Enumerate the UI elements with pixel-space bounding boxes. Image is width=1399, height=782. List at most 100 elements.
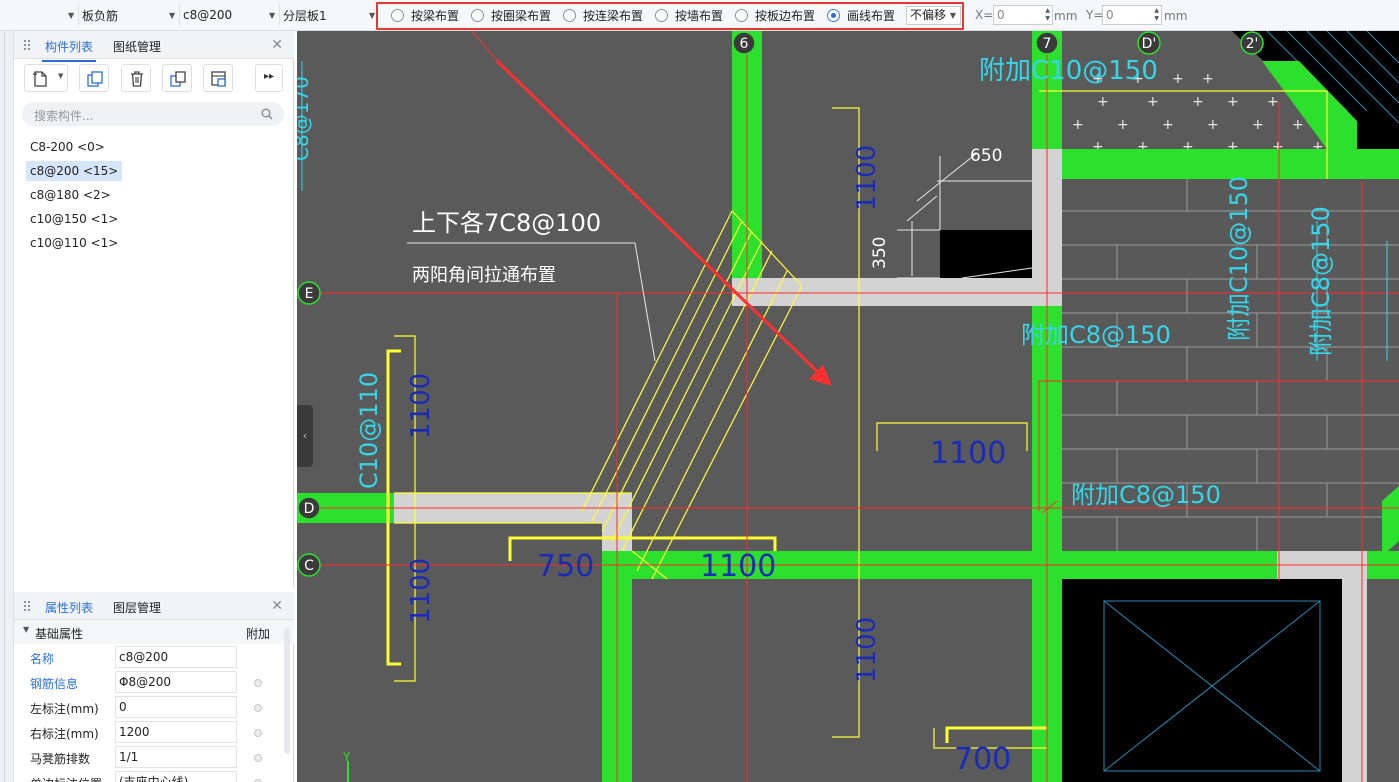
duplicate-button[interactable]: [162, 64, 192, 92]
delete-button[interactable]: [121, 64, 151, 92]
new-component-button[interactable]: ▼: [24, 64, 68, 92]
y-axis-label: Y: [342, 750, 351, 764]
axis-label: 7: [1043, 36, 1052, 52]
rebar-text: 附加C8@150: [1307, 206, 1335, 356]
x-value: 0: [997, 8, 1005, 22]
x-input[interactable]: 0 ▲ ▼: [993, 5, 1053, 25]
x-unit: mm: [1054, 9, 1078, 23]
property-value-input[interactable]: (支座中心线): [115, 771, 237, 782]
y-label: Y=: [1086, 8, 1104, 22]
extra-checkbox[interactable]: [254, 729, 262, 737]
property-value-input[interactable]: c8@200: [115, 646, 237, 668]
radio-circle-checked: [827, 9, 840, 22]
component-name-dropdown[interactable]: c8@200 ▼: [183, 4, 279, 26]
property-row: 右标注(mm) 1200: [14, 720, 284, 745]
radio-by-wall[interactable]: 按墙布置: [655, 7, 723, 24]
svg-text:+: +: [1202, 71, 1214, 87]
property-key: 马凳筋排数: [30, 752, 91, 766]
radio-label: 按板边布置: [755, 9, 816, 23]
dimension-text: 1100: [406, 558, 436, 624]
property-value-input[interactable]: 1/1: [115, 746, 237, 768]
property-value-input[interactable]: Φ8@200: [115, 671, 237, 693]
property-row: 单边标注位置 (支座中心线): [14, 770, 284, 782]
axis-label: 2': [1246, 36, 1259, 52]
axis-label: C: [304, 558, 314, 574]
collapse-icon[interactable]: ▼: [23, 625, 29, 634]
radio-by-ring-beam[interactable]: 按圈梁布置: [471, 7, 551, 24]
black-room: [940, 230, 1032, 278]
y-input[interactable]: 0 ▲ ▼: [1102, 5, 1162, 25]
property-key: 钢筋信息: [30, 677, 79, 691]
property-scrollbar[interactable]: [284, 628, 290, 754]
radio-label: 按圈梁布置: [491, 9, 552, 23]
y-value: 0: [1106, 8, 1114, 22]
extra-checkbox[interactable]: [254, 704, 262, 712]
tab-layer-management[interactable]: 图层管理: [113, 599, 161, 616]
dimension-text: 700: [954, 742, 1011, 777]
toolbar-divider: [78, 4, 79, 26]
search-icon[interactable]: [261, 108, 273, 120]
layer-dropdown[interactable]: 分层板1 ▼: [283, 4, 375, 26]
radio-label: 按连梁布置: [583, 9, 644, 23]
toolbar-divider: [179, 4, 180, 26]
dimension-text: 1100: [700, 549, 776, 584]
dimension-text: 350: [870, 237, 890, 269]
drawing-canvas[interactable]: + + + + + + + + + + + + + + + + + + + + +: [297, 31, 1399, 782]
component-item[interactable]: c8@180 <2>: [26, 185, 115, 205]
extra-checkbox[interactable]: [254, 679, 262, 687]
note-text: 上下各7C8@100: [412, 209, 601, 237]
chevron-down-icon: ▼: [949, 11, 956, 20]
app-root: ▼ 板负筋 ▼ c8@200 ▼ 分层板1 ▼ 按梁布置 按圈梁布置 按连梁布置…: [0, 0, 1399, 782]
offset-value: 不偏移: [910, 8, 947, 22]
component-item[interactable]: c10@110 <1>: [26, 233, 122, 253]
rebar-text: 附加C8@150: [1071, 481, 1221, 509]
copy-button[interactable]: [79, 64, 109, 92]
svg-text:+: +: [1147, 94, 1159, 110]
cad-drawing: + + + + + + + + + + + + + + + + + + + + +: [297, 31, 1399, 782]
property-row: 钢筋信息 Φ8@200: [14, 670, 284, 695]
spinner-icon[interactable]: ▲ ▼: [1045, 7, 1050, 23]
radio-circle: [655, 9, 668, 22]
component-search[interactable]: 搜索构件...: [22, 102, 284, 126]
property-value-input[interactable]: 0: [115, 696, 237, 718]
collapse-panel-tab[interactable]: ‹: [297, 405, 313, 467]
property-group-header[interactable]: ▼ 基础属性 附加: [14, 620, 294, 644]
tab-property-list[interactable]: 属性列表: [41, 599, 97, 623]
extra-checkbox[interactable]: [254, 754, 262, 762]
radio-by-coupling-beam[interactable]: 按连梁布置: [563, 7, 643, 24]
tab-drawing-management[interactable]: 图纸管理: [113, 38, 161, 55]
top-toolbar: ▼ 板负筋 ▼ c8@200 ▼ 分层板1 ▼ 按梁布置 按圈梁布置 按连梁布置…: [0, 0, 1399, 31]
leader-line: [471, 31, 503, 67]
svg-text:+: +: [1072, 117, 1084, 133]
property-key: 单边标注位置: [30, 775, 102, 782]
property-value-input[interactable]: 1200: [115, 721, 237, 743]
dock-grip[interactable]: [2, 31, 5, 782]
spinner-icon[interactable]: ▲ ▼: [1154, 7, 1159, 23]
radio-circle: [391, 9, 404, 22]
tab-component-list[interactable]: 构件列表: [41, 38, 97, 62]
chevron-down-icon: ▼: [169, 10, 176, 20]
close-icon[interactable]: ✕: [271, 598, 283, 614]
svg-text:+: +: [1172, 71, 1184, 87]
layer-value: 分层板1: [283, 8, 327, 23]
component-panel-header: 构件列表 图纸管理 ✕: [14, 31, 294, 62]
drag-handle-icon[interactable]: [23, 39, 31, 52]
radio-draw-line[interactable]: 画线布置: [827, 7, 895, 24]
drag-handle-icon[interactable]: [23, 600, 31, 613]
component-type-dropdown[interactable]: 板负筋 ▼: [82, 4, 178, 26]
toolbar-divider: [279, 4, 280, 26]
floor-copy-button[interactable]: [203, 64, 233, 92]
duplicate-icon: [170, 71, 186, 87]
close-icon[interactable]: ✕: [271, 37, 283, 53]
component-item[interactable]: C8-200 <0>: [26, 137, 109, 157]
offset-dropdown[interactable]: 不偏移 ▼: [906, 6, 961, 25]
radio-by-beam[interactable]: 按梁布置: [391, 7, 459, 24]
radio-by-slab-edge[interactable]: 按板边布置: [735, 7, 815, 24]
more-button[interactable]: ▸▸: [255, 64, 283, 92]
toolbar-dropdown-1[interactable]: ▼: [0, 4, 78, 26]
component-item[interactable]: c10@150 <1>: [26, 209, 122, 229]
search-placeholder: 搜索构件...: [34, 109, 94, 123]
dimension-text: 1100: [852, 617, 882, 683]
component-item-selected[interactable]: c8@200 <15>: [26, 161, 123, 181]
copy-icon: [87, 71, 103, 87]
